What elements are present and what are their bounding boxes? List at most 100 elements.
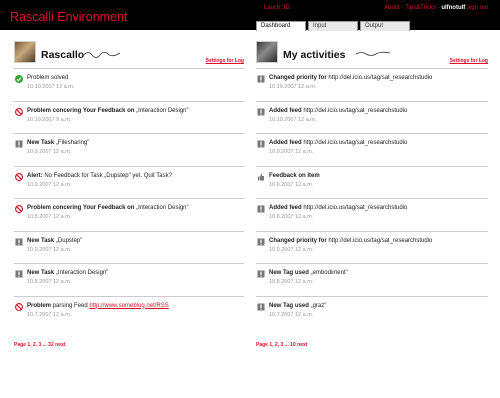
item-date: 10.10.2007 12 a.m. (269, 84, 317, 90)
item-date: 10.9.2007 12 a.m. (269, 246, 314, 253)
my-activities-panel: My activities Settings for Log Changed p… (256, 36, 488, 348)
item-text: Problem solved (27, 75, 68, 81)
item-text: New Task „Filesharing" (27, 140, 89, 146)
tips-link[interactable]: Tips&Tricks (405, 5, 436, 11)
list-item: Feedback on Item 10.9.2007 12 a.m. (256, 165, 488, 199)
tab-output[interactable]: Output (360, 21, 410, 31)
item-title: Added feed (269, 107, 302, 114)
item-title: Alert: (27, 172, 43, 179)
item-text: Changed priority for http://del.icio.us/… (269, 75, 432, 81)
item-text: Changed priority for http://del.icio.us/… (269, 238, 432, 244)
list-item: Added feed http://del.icio.us/tag/sat_re… (256, 100, 488, 134)
settings-for-log-link[interactable]: Settings for Log (450, 58, 488, 64)
item-date: 10.8.2007 12 a.m. (27, 279, 72, 285)
item-text: New Tag used „graz" (269, 303, 326, 309)
launch-3d-link[interactable]: Lauch 3D (264, 5, 290, 11)
exclamation-icon (257, 270, 265, 278)
item-detail: „graz" (308, 302, 327, 309)
item-text: Added feed http://del.icio.us/tag/sat_re… (269, 140, 407, 146)
activity-list: Changed priority for http://del.icio.us/… (256, 68, 488, 328)
exclamation-icon (15, 238, 23, 246)
settings-for-log-link[interactable]: Settings for Log (206, 58, 244, 64)
item-text: Added feed http://del.icio.us/tag/sat_re… (269, 205, 407, 211)
list-item: New Tag used „embodiment" 10.8.2007 12 a.… (256, 263, 488, 296)
item-date: 10.7.2007 12 a.m. (27, 311, 72, 318)
avatar (14, 41, 36, 63)
list-item: Added feed http://del.icio.us/tag/sat_re… (256, 133, 488, 166)
exclamation-icon (257, 75, 265, 83)
panel-title: Rascallo (41, 49, 85, 61)
item-text: Problem parsing Feed http://www.someblog… (27, 303, 169, 309)
item-detail: „Interaction Design" (134, 107, 189, 114)
pagination[interactable]: Page 1, 2, 3 ... 32 next (14, 342, 65, 348)
item-title: Problem concering Your Feedback on (27, 205, 135, 211)
item-text: New Task „Interaction Design" (27, 270, 108, 276)
about-link[interactable]: About (384, 5, 400, 11)
item-detail: Problem solved (27, 75, 69, 81)
check-icon (15, 75, 23, 83)
tab-input[interactable]: Input (308, 21, 358, 31)
item-detail: http://del.icio.us/tag/sat_researchstudi… (326, 237, 433, 244)
panel-header: Rascallo Settings for Log (14, 36, 244, 68)
item-title: Problem concering Your Feedback on (27, 107, 135, 114)
item-detail: http://del.icio.us/tag/sat_researchstudi… (301, 205, 408, 211)
squiggle-decoration (356, 51, 390, 56)
item-date: 10.9.2007 12 a.m. (269, 181, 314, 188)
thumbs-up-icon (257, 173, 265, 181)
log-list: Problem solved 10.10.2007 12 a.m. Problem … (14, 68, 244, 328)
item-detail: „Interaction Design" (134, 205, 189, 211)
item-title: New Task (27, 237, 55, 244)
item-detail: http://del.icio.us/tag/sat_researchstudi… (326, 75, 433, 81)
item-title: Problem (27, 302, 52, 309)
squiggle-decoration (84, 51, 120, 58)
item-text: Problem concering Your Feedback on „Inte… (27, 108, 189, 114)
panel-header: My activities Settings for Log (256, 36, 488, 68)
item-text: Problem concering Your Feedback on „Inte… (27, 205, 189, 211)
tab-dashboard[interactable]: Dashboard (256, 21, 306, 31)
list-item: Added feed http://del.icio.us/tag/sat_re… (256, 198, 488, 231)
item-text: New Tag used „embodiment" (269, 270, 348, 276)
list-item: Changed priority for http://del.icio.us/… (256, 230, 488, 264)
exclamation-icon (257, 205, 265, 213)
item-title: New Tag used (269, 302, 309, 309)
item-date: 10.7.2007 12 a.m. (269, 311, 314, 318)
forbidden-icon (15, 172, 23, 181)
panel-title: My activities (283, 49, 346, 61)
exclamation-icon (257, 303, 265, 311)
exclamation-icon (15, 140, 23, 148)
item-title: Added feed (269, 205, 302, 211)
rascallo-panel: Rascallo Settings for Log Problem solved… (14, 36, 244, 348)
item-detail: http://del.icio.us/tag/sat_researchstudi… (301, 107, 408, 114)
item-title: Added feed (269, 140, 302, 146)
item-date: 10.9.2007 12 a.m. (269, 149, 314, 155)
username: ulfnotulf (441, 5, 466, 11)
item-title: Changed priority for (269, 237, 327, 244)
exclamation-icon (257, 108, 265, 116)
item-date: 10.8.2007 12 a.m. (269, 214, 314, 220)
item-date: 10.8.2007 12 a.m. (269, 279, 314, 285)
item-title: New Tag used (269, 270, 309, 276)
item-text: New Task „Dupstep" (27, 238, 82, 244)
list-item: Changed priority for http://del.icio.us/… (256, 68, 488, 101)
item-date: 10.10.2007 12 a.m. (27, 84, 75, 90)
forbidden-icon (15, 205, 23, 213)
list-item: Problem concering Your Feedback on „Inte… (14, 100, 244, 134)
list-item: Problem solved 10.10.2007 12 a.m. (14, 68, 244, 101)
top-bar: Rascalli Environment Lauch 3D About · Ti… (0, 0, 500, 31)
app-title: Rascalli Environment (10, 10, 128, 24)
item-date: 10.10.2007 12 a.m. (269, 116, 317, 123)
item-title: Changed priority for (269, 75, 327, 81)
list-item: Problem parsing Feed http://www.someblog… (14, 295, 244, 329)
item-detail: „Filesharing" (54, 140, 90, 146)
item-detail: http://del.icio.us/tag/sat_researchstudi… (301, 140, 408, 146)
item-date: 10.8.2007 12 a.m. (27, 214, 72, 220)
exclamation-icon (257, 238, 265, 246)
item-date: 10.9.2007 12 a.m. (27, 246, 72, 253)
pagination[interactable]: Page 1, 2, 3 ... 10 next (256, 342, 307, 348)
item-title: New Task (27, 270, 55, 276)
exclamation-icon (257, 140, 265, 148)
feed-link[interactable]: http://www.someblog.net/RSS (89, 303, 168, 309)
item-detail: „Dupstep" (54, 237, 83, 244)
sign-out-link[interactable]: sign out (467, 5, 488, 11)
avatar (256, 41, 278, 63)
